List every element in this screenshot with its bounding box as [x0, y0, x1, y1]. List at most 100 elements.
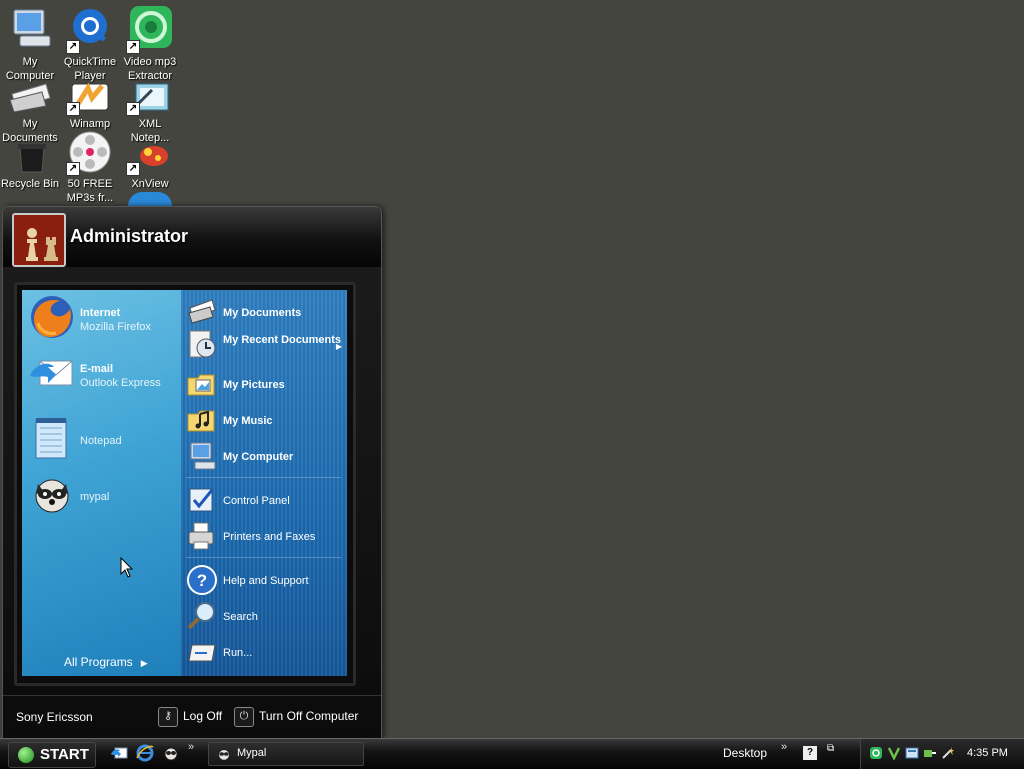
desktop-icon-winamp[interactable]: ↗ Winamp: [60, 80, 120, 131]
log-off-label: Log Off: [183, 709, 223, 724]
chevron-right-icon: ▶: [140, 658, 148, 668]
place-label: My Music: [223, 415, 273, 427]
svg-text:?: ?: [197, 571, 207, 590]
place-label: Help and Support: [223, 575, 309, 587]
video-mp3-extractor-icon: ↗: [126, 4, 174, 54]
system-tray: 4:35 PM: [860, 739, 1024, 769]
desktop-icon-label: QuickTime Player: [63, 56, 117, 82]
power-icon: ⏻: [234, 707, 254, 727]
user-name: Administrator: [70, 226, 189, 246]
desktop-icon-label: My Computer: [5, 56, 55, 82]
notepad-icon: [28, 414, 76, 462]
all-programs-label: All Programs: [64, 655, 133, 669]
outlook-express-icon: [111, 747, 128, 759]
antivirus-icon[interactable]: [887, 746, 901, 760]
pinned-subtitle: Mozilla Firefox: [80, 321, 151, 333]
recent-program-mypal[interactable]: mypal: [28, 470, 178, 518]
quick-launch-mypal[interactable]: [162, 744, 180, 762]
desktop-icon-xnview[interactable]: ↗ XnView: [120, 140, 180, 191]
shortcut-arrow-icon: ↗: [126, 40, 140, 54]
shortcut-arrow-icon: ↗: [126, 162, 140, 176]
place-label: Search: [223, 611, 258, 623]
recent-program-notepad[interactable]: Notepad: [28, 414, 178, 462]
my-music-icon: [186, 404, 218, 436]
my-documents-icon: [6, 80, 54, 114]
place-label: Printers and Faxes: [223, 531, 316, 543]
clock[interactable]: 4:35 PM: [967, 747, 1008, 759]
mp3-film-reel-icon: ↗: [66, 130, 114, 176]
chevron-right-icon: ▶: [335, 342, 342, 351]
search-icon: [186, 600, 218, 632]
pinned-subtitle: Outlook Express: [80, 377, 161, 389]
winamp-icon: ↗: [66, 80, 114, 116]
desktop-icon-label: Winamp: [69, 118, 111, 130]
mouse-cursor-icon: [120, 557, 134, 578]
taskbar: START » Mypal Desktop » ? ⧉ 4:35 PM: [0, 738, 1024, 769]
printers-faxes-icon: [186, 520, 218, 552]
quick-launch-overflow-button[interactable]: »: [188, 741, 194, 753]
messenger-icon[interactable]: [905, 746, 919, 760]
desktop-icon-50-free-mp3s[interactable]: ↗ 50 FREE MP3s fr...: [60, 130, 120, 205]
desktop-icon-label: XnView: [131, 178, 169, 190]
quicktime-icon: ↗: [66, 4, 114, 54]
firefox-icon: [28, 293, 76, 341]
shortcut-arrow-icon: ↗: [66, 102, 80, 116]
network-icon[interactable]: [869, 746, 883, 760]
menu-separator: [186, 477, 341, 478]
brand-label: Sony Ericsson: [16, 710, 93, 724]
mypal-icon: [218, 749, 230, 761]
place-label: My Computer: [223, 451, 294, 463]
desktop-icon-label: My Documents: [2, 118, 58, 144]
user-avatar[interactable]: [12, 213, 66, 267]
shortcut-arrow-icon: ↗: [66, 162, 80, 176]
help-button[interactable]: ?: [803, 746, 817, 760]
my-documents-icon: [186, 296, 218, 328]
shortcut-arrow-icon: ↗: [66, 40, 80, 54]
restore-windows-icon[interactable]: ⧉: [827, 743, 834, 754]
start-menu-programs-pane: Internet Mozilla Firefox E-mail Outlook …: [22, 290, 181, 676]
pinned-email[interactable]: E-mail Outlook Express: [28, 349, 178, 397]
start-menu-places-pane: My Documents My Recent Documents ▶ My Pi…: [181, 290, 347, 676]
control-panel-icon: [186, 484, 218, 516]
all-programs-button[interactable]: All Programs ▶: [64, 655, 148, 669]
taskbar-button-mypal[interactable]: Mypal: [208, 742, 364, 766]
menu-separator: [186, 557, 341, 558]
turn-off-computer-button[interactable]: ⏻ Turn Off Computer: [234, 707, 358, 727]
recent-program-label: mypal: [80, 491, 110, 503]
place-label: Control Panel: [223, 495, 290, 507]
recent-program-label: Notepad: [80, 435, 122, 447]
shortcut-arrow-icon: ↗: [126, 102, 140, 116]
desktop-icon-video-mp3-extractor[interactable]: ↗ Video mp3 Extractor: [120, 4, 180, 83]
connection-icon[interactable]: [923, 746, 937, 760]
my-computer-icon: [186, 440, 218, 472]
magic-wand-icon[interactable]: [941, 746, 955, 760]
quick-launch-outlook[interactable]: [110, 744, 128, 762]
desktop-icon-quicktime[interactable]: ↗ QuickTime Player: [60, 4, 120, 83]
place-label: Run...: [223, 647, 253, 659]
desktop-toolbar[interactable]: Desktop: [723, 746, 767, 760]
internet-explorer-icon: [136, 744, 154, 762]
pinned-internet[interactable]: Internet Mozilla Firefox: [28, 293, 178, 341]
desktop-toolbar-overflow-button[interactable]: »: [781, 741, 787, 753]
log-off-button[interactable]: ⚷ Log Off: [158, 707, 222, 727]
start-label: START: [40, 746, 89, 763]
start-orb-icon: [18, 747, 34, 763]
quick-launch-internet-explorer[interactable]: [136, 744, 154, 762]
desktop-icon-recycle-bin[interactable]: Recycle Bin: [0, 142, 60, 191]
chess-pieces-icon: [14, 215, 64, 265]
xml-notepad-icon: ↗: [126, 80, 174, 116]
recycle-bin-icon: [6, 142, 54, 174]
start-button[interactable]: START: [8, 742, 96, 768]
desktop-icon-my-computer[interactable]: My Computer: [0, 4, 60, 83]
recent-documents-icon: [186, 328, 218, 360]
mypal-icon: [164, 747, 178, 761]
taskbar-button-label: Mypal: [237, 747, 267, 759]
desktop-icon-my-documents[interactable]: My Documents: [0, 80, 60, 145]
start-menu: Administrator Internet Mozilla Firefox E…: [2, 206, 382, 740]
desktop-icon-xml-notepad[interactable]: ↗ XML Notep...: [120, 80, 180, 145]
key-icon: ⚷: [158, 707, 178, 727]
help-support-icon: ?: [186, 564, 218, 596]
run-icon: [186, 636, 218, 668]
pinned-title: Internet: [80, 307, 121, 319]
start-menu-footer: Sony Ericsson ⚷ Log Off ⏻ Turn Off Compute…: [3, 695, 381, 738]
